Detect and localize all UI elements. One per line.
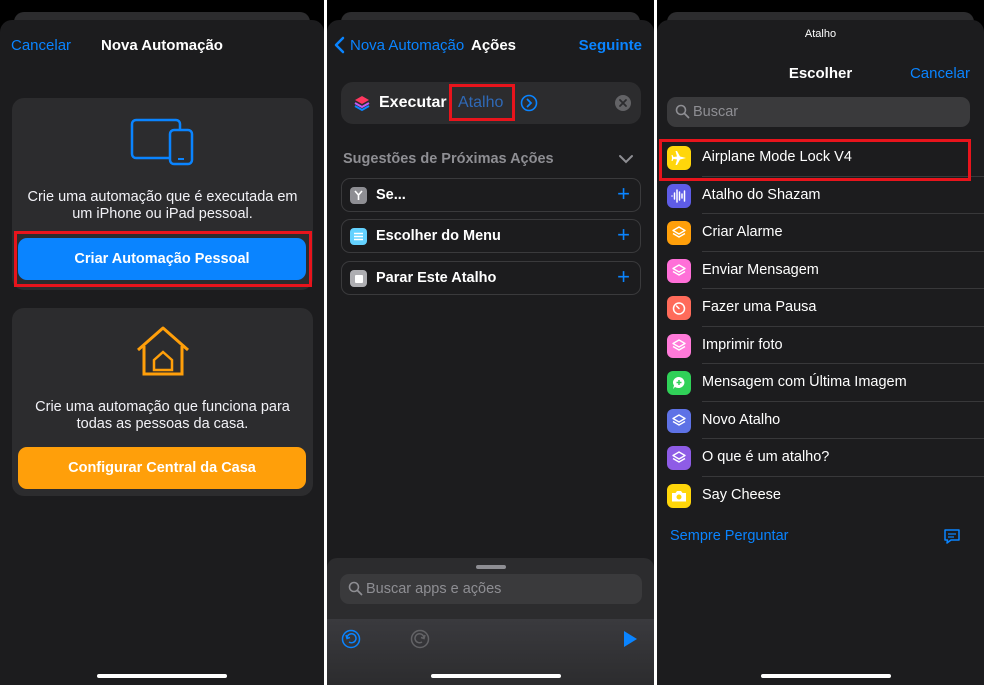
action-block[interactable]: Executar Atalho <box>341 82 641 124</box>
layers-icon <box>667 446 691 470</box>
play-icon[interactable] <box>622 630 638 648</box>
layers-icon <box>667 221 691 245</box>
list-item-airplane-mode-lock[interactable]: Airplane Mode Lock V4 <box>667 139 984 177</box>
home-indicator <box>431 674 561 678</box>
list-item-label: Criar Alarme <box>702 224 783 240</box>
list-item-label: Mensagem com Última Imagem <box>702 374 907 390</box>
list-item-what-is-shortcut[interactable]: O que é um atalho? <box>667 439 984 477</box>
layers-icon <box>667 408 691 433</box>
list-item-label: Novo Atalho <box>702 411 781 428</box>
list-item-message-last-image[interactable]: Mensagem com Última Imagem <box>667 364 984 402</box>
waveform-icon <box>667 183 691 208</box>
add-icon[interactable]: + <box>617 183 630 205</box>
list-item-say-cheese[interactable]: Say Cheese <box>667 477 984 515</box>
sheet: Cancelar Nova Automação Crie uma automaç… <box>0 20 324 685</box>
stop-icon <box>350 270 367 287</box>
camera-icon <box>667 483 691 508</box>
message-icon <box>667 371 691 395</box>
always-ask-button[interactable]: Sempre Perguntar <box>670 528 788 544</box>
personal-description-2: um iPhone ou iPad pessoal. <box>72 206 253 222</box>
suggestion-label: Parar Este Atalho <box>376 270 497 286</box>
menu-icon <box>350 228 367 245</box>
chevron-left-icon <box>334 36 345 54</box>
list-item-create-alarm[interactable]: Criar Alarme <box>667 214 984 252</box>
search-actions-input[interactable]: Buscar apps e ações <box>340 574 642 604</box>
suggestion-label: Escolher do Menu <box>376 228 501 244</box>
search-placeholder: Buscar <box>693 104 739 120</box>
chevron-down-icon[interactable] <box>618 154 634 164</box>
redo-icon[interactable] <box>410 629 430 649</box>
add-icon[interactable]: + <box>617 266 630 288</box>
panel-actions: Nova Automação Ações Seguinte Executar A… <box>327 0 654 685</box>
suggestion-if[interactable]: Se... + <box>341 178 641 212</box>
create-personal-automation-button[interactable]: Criar Automação Pessoal <box>18 238 306 280</box>
page-title: Ações <box>471 37 517 54</box>
next-button[interactable]: Seguinte <box>579 37 642 54</box>
clear-icon[interactable] <box>614 94 632 112</box>
comment-icon[interactable] <box>943 528 961 545</box>
parameter-header: Atalho <box>804 28 837 40</box>
home-indicator <box>97 674 227 678</box>
list-item-label: Enviar Mensagem <box>702 261 819 278</box>
suggestions-header: Sugestões de Próximas Ações <box>343 151 554 167</box>
timer-icon <box>667 296 691 320</box>
list-item-send-message[interactable]: Enviar Mensagem <box>667 252 984 289</box>
chevron-right-circle-icon[interactable] <box>520 94 538 112</box>
grabber[interactable] <box>476 565 506 569</box>
list-item-label: Atalho do Shazam <box>702 186 821 203</box>
suggestion-choose-menu[interactable]: Escolher do Menu + <box>341 219 641 253</box>
search-icon <box>348 581 363 596</box>
search-input[interactable]: Buscar <box>667 97 970 127</box>
list-item-label: Fazer uma Pausa <box>702 299 817 315</box>
suggestion-label: Se... <box>376 187 406 203</box>
back-button[interactable]: Nova Automação <box>333 36 464 54</box>
page-title: Nova Automação <box>101 37 223 54</box>
undo-icon[interactable] <box>341 629 361 649</box>
airplane-icon <box>667 146 691 170</box>
devices-icon <box>130 118 194 166</box>
layers-icon <box>667 258 691 283</box>
list-item-label: Airplane Mode Lock V4 <box>702 149 852 165</box>
cancel-button[interactable]: Cancelar <box>910 65 970 82</box>
home-icon <box>137 326 189 376</box>
sheet: Nova Automação Ações Seguinte Executar A… <box>327 20 654 685</box>
list-item-label: O que é um atalho? <box>702 449 830 465</box>
layers-icon <box>667 333 691 358</box>
home-description-2: todas as pessoas da casa. <box>76 416 249 432</box>
list-item-take-a-break[interactable]: Fazer uma Pausa <box>667 289 984 327</box>
list-item-print-photo[interactable]: Imprimir foto <box>667 327 984 364</box>
sheet: Atalho Escolher Cancelar Buscar Airplane… <box>657 20 984 685</box>
action-library-sheet: Buscar apps e ações <box>327 558 654 685</box>
panel-choose-shortcut: Atalho Escolher Cancelar Buscar Airplane… <box>657 0 984 685</box>
shortcuts-icon <box>354 96 370 112</box>
search-icon <box>675 104 690 119</box>
add-icon[interactable]: + <box>617 224 630 246</box>
action-verb: Executar <box>379 94 447 111</box>
branch-icon <box>350 187 367 204</box>
list-item-label: Imprimir foto <box>702 336 783 353</box>
suggestion-stop-shortcut[interactable]: Parar Este Atalho + <box>341 261 641 295</box>
back-label: Nova Automação <box>350 36 465 54</box>
shortcut-parameter[interactable]: Atalho <box>458 94 503 112</box>
list-item-new-shortcut[interactable]: Novo Atalho <box>667 402 984 439</box>
list-item-shazam[interactable]: Atalho do Shazam <box>667 177 984 214</box>
list-item-label: Say Cheese <box>702 486 781 503</box>
configure-home-hub-button[interactable]: Configurar Central da Casa <box>18 447 306 489</box>
home-description-1: Crie uma automação que funciona para <box>35 399 290 415</box>
panel-new-automation: Cancelar Nova Automação Crie uma automaç… <box>0 0 324 685</box>
search-placeholder: Buscar apps e ações <box>366 581 502 597</box>
personal-description-1: Crie uma automação que é executada em <box>27 189 298 205</box>
home-indicator <box>761 674 891 678</box>
